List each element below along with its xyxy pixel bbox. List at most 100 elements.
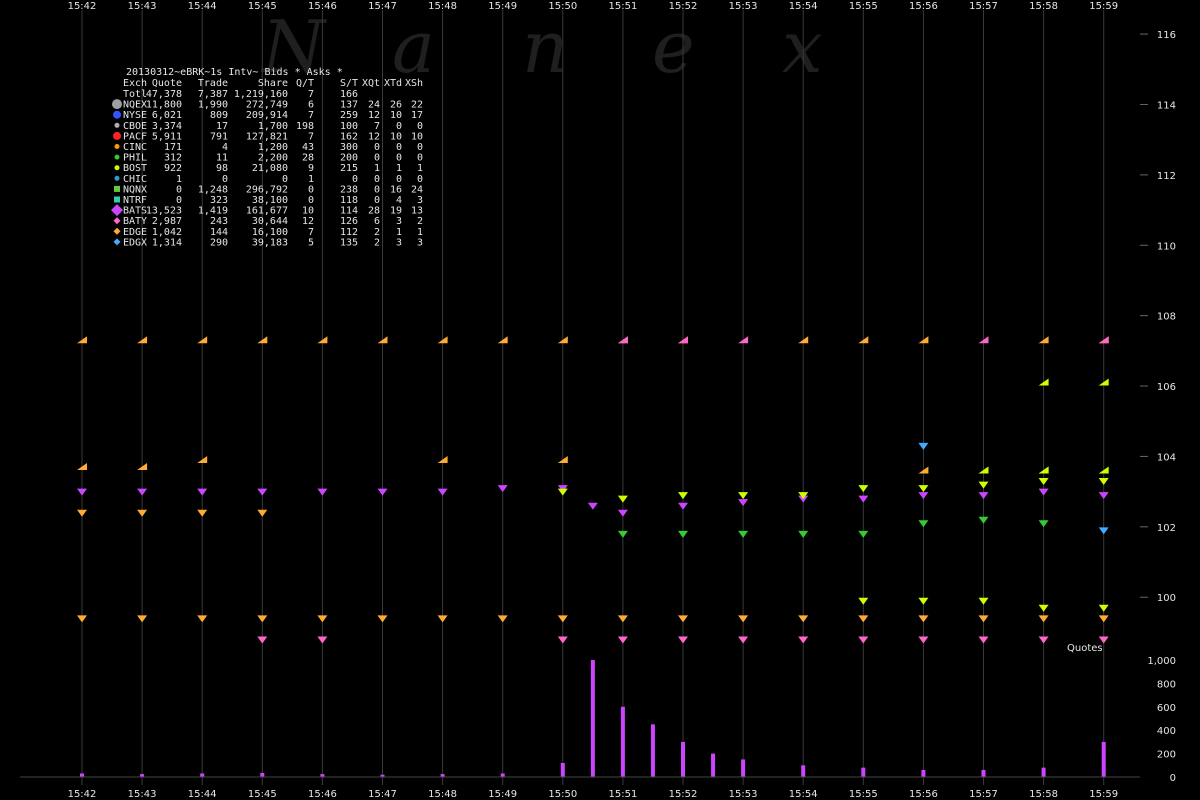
stats-cell-exch: NQNX xyxy=(123,184,147,195)
stats-cell-xtd: 1 xyxy=(396,163,402,174)
stats-cell-xqt: 28 xyxy=(368,206,380,217)
stats-cell-qt: 5 xyxy=(308,237,314,248)
stats-header-cell: XSh xyxy=(405,78,423,89)
legend-marker-cinc xyxy=(114,144,120,149)
stats-cell-share: 39,183 xyxy=(252,237,288,248)
stats-cell-xtd: 3 xyxy=(396,216,402,227)
stats-cell-exch: PACF xyxy=(123,131,147,142)
stats-cell-quote: 6,021 xyxy=(152,110,182,121)
x-tick-label-bottom: 15:44 xyxy=(188,789,217,800)
x-tick-label-bottom: 15:56 xyxy=(909,789,938,800)
x-tick-label-top: 15:48 xyxy=(428,1,457,12)
stats-cell-exch: NYSE xyxy=(123,110,147,121)
x-tick-label-top: 15:43 xyxy=(128,1,157,12)
stats-cell-xtd: 0 xyxy=(396,142,402,153)
stats-cell-exch: CHIC xyxy=(123,174,147,185)
stats-header-cell: Share xyxy=(258,78,288,89)
stats-cell-share: 38,100 xyxy=(252,195,288,206)
legend-marker-phil xyxy=(114,154,120,160)
quote-count-bar xyxy=(741,759,746,777)
price-tick-label: 100 xyxy=(1157,593,1176,604)
watermark-letter: a xyxy=(392,5,435,89)
stats-cell-st: 0 xyxy=(352,174,358,185)
stats-cell-xtd: 0 xyxy=(396,174,402,185)
stats-cell-xsh: 3 xyxy=(417,237,423,248)
stats-cell-trade: 791 xyxy=(210,131,228,142)
stats-cell-xtd: 19 xyxy=(390,206,402,217)
stats-header-cell: XQt xyxy=(362,78,380,89)
x-tick-label-bottom: 15:46 xyxy=(308,789,337,800)
stats-cell-qt: 43 xyxy=(302,142,314,153)
quote-count-bar xyxy=(711,753,716,777)
stats-cell-share: 296,792 xyxy=(246,184,288,195)
stats-cell-quote: 1,042 xyxy=(152,227,182,238)
stats-cell-share: 209,914 xyxy=(246,110,288,121)
stats-cell-xtd: 1 xyxy=(396,227,402,238)
stats-cell-quote: 3,374 xyxy=(152,121,182,132)
stats-header-cell: Trade xyxy=(198,78,228,89)
stats-cell-xqt: 1 xyxy=(374,163,380,174)
stats-cell-st: 114 xyxy=(340,206,358,217)
stats-cell-share: 2,200 xyxy=(258,153,288,164)
stats-cell-xqt: 0 xyxy=(374,174,380,185)
price-tick-label: 106 xyxy=(1157,382,1176,393)
quote-count-bar xyxy=(801,765,806,777)
stats-cell-xsh: 0 xyxy=(417,142,423,153)
stats-cell-quote: 0 xyxy=(176,184,182,195)
x-tick-label-bottom: 15:45 xyxy=(248,789,277,800)
stats-cell-xsh: 0 xyxy=(417,174,423,185)
stats-cell-share: 1,700 xyxy=(258,121,288,132)
x-tick-label-bottom: 15:48 xyxy=(428,789,457,800)
x-tick-label-top: 15:58 xyxy=(1029,1,1058,12)
stats-cell-xqt: 12 xyxy=(368,110,380,121)
x-tick-label-bottom: 15:57 xyxy=(969,789,998,800)
stats-cell-xtd: 3 xyxy=(396,237,402,248)
quote-count-bar xyxy=(260,772,265,777)
stats-cell-quote: 11,800 xyxy=(146,100,182,111)
stats-cell-xsh: 1 xyxy=(417,227,423,238)
stats-cell-exch: NTRF xyxy=(123,195,147,206)
stats-cell-trade: 144 xyxy=(210,227,228,238)
quote-count-bar xyxy=(1041,767,1046,777)
legend-marker-ntrf xyxy=(114,196,120,203)
x-tick-label-top: 15:57 xyxy=(969,1,998,12)
x-tick-label-bottom: 15:59 xyxy=(1089,789,1118,800)
x-tick-label-bottom: 15:51 xyxy=(608,789,637,800)
stats-cell-st: 200 xyxy=(340,153,358,164)
stats-cell-xqt: 7 xyxy=(374,121,380,132)
stats-cell-qt: 9 xyxy=(308,163,314,174)
stats-header-cell: Quote xyxy=(152,78,182,89)
quotes-axis-label: Quotes xyxy=(1067,643,1103,654)
stats-cell-share: 161,677 xyxy=(246,206,288,217)
stats-cell-share: 30,644 xyxy=(252,216,288,227)
stats-cell-xtd: 4 xyxy=(396,195,402,206)
price-tick-label: 110 xyxy=(1157,241,1176,252)
stats-cell-xtd: 0 xyxy=(396,153,402,164)
stats-cell-st: 259 xyxy=(340,110,358,121)
stats-cell-exch: EDGE xyxy=(123,227,147,238)
x-tick-label-bottom: 15:53 xyxy=(729,789,758,800)
x-tick-label-top: 15:53 xyxy=(729,1,758,12)
stats-cell-qt: 198 xyxy=(296,121,314,132)
x-tick-label-bottom: 15:47 xyxy=(368,789,397,800)
x-tick-label-top: 15:49 xyxy=(488,1,517,12)
price-tick-label: 112 xyxy=(1157,171,1176,182)
stats-cell-qt: 7 xyxy=(308,131,314,142)
stats-cell-exch: CBOE xyxy=(123,121,147,132)
stats-cell-share: 16,100 xyxy=(252,227,288,238)
quote-count-bar xyxy=(200,773,205,777)
x-tick-label-top: 15:46 xyxy=(308,1,337,12)
x-tick-label-top: 15:59 xyxy=(1089,1,1118,12)
stats-cell-trade: 809 xyxy=(210,110,228,121)
stats-cell-qt: 7 xyxy=(308,227,314,238)
watermark-letter: e xyxy=(652,5,695,89)
x-tick-label-bottom: 15:52 xyxy=(669,789,698,800)
x-tick-label-top: 15:54 xyxy=(789,1,818,12)
stats-cell-st: 137 xyxy=(340,100,358,111)
x-tick-label-top: 15:51 xyxy=(608,1,637,12)
x-tick-label-bottom: 15:49 xyxy=(488,789,517,800)
x-tick-label-top: 15:56 xyxy=(909,1,938,12)
stats-header-cell: Q/T xyxy=(296,78,314,89)
quote-count-bar xyxy=(681,741,685,777)
stats-cell-trade: 243 xyxy=(210,216,228,227)
